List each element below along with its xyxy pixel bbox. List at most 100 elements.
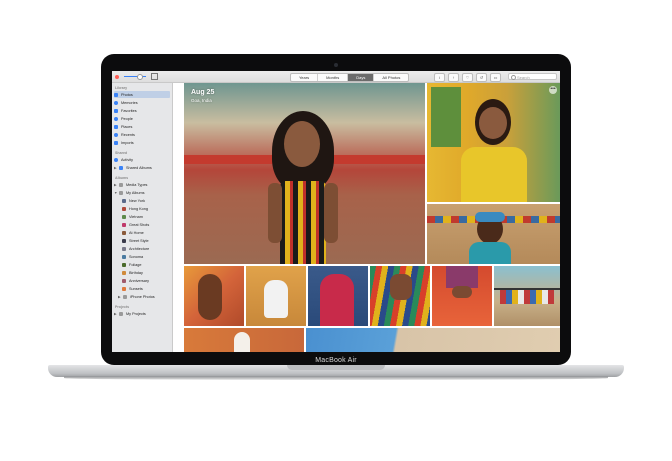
import-icon [114, 140, 118, 145]
rotate-button[interactable]: ↺ [476, 73, 487, 82]
sidebar: Library Photos Memories Favorites People… [112, 83, 173, 352]
sidebar-item-label: People [121, 116, 133, 121]
grid-photo-3[interactable] [308, 266, 368, 326]
person-icon [114, 116, 118, 121]
sidebar-item-imports[interactable]: Imports [114, 139, 170, 146]
date-heading: Aug 25 [191, 89, 215, 96]
album-street-style[interactable]: Street Style [122, 237, 170, 244]
info-button[interactable]: i [434, 73, 445, 82]
album-architecture[interactable]: Architecture [122, 245, 170, 252]
grid-photo-2[interactable] [246, 266, 306, 326]
album-hong-kong[interactable]: Hong Kong [122, 205, 170, 212]
grid-photo-7[interactable] [184, 328, 304, 352]
chevron-right-icon[interactable]: ▶ [114, 166, 118, 170]
search-icon [511, 75, 516, 80]
sidebar-item-shared-albums[interactable]: ▶ Shared Albums [114, 164, 170, 171]
grid-photo-5[interactable] [432, 266, 492, 326]
chevron-right-icon[interactable]: ▶ [118, 295, 122, 299]
laptop-lid: Years Months Days All Photos i ↑ ♡ ↺ ▭ S… [101, 54, 571, 365]
slideshow-button[interactable]: ▭ [490, 73, 501, 82]
tab-days[interactable]: Days [348, 74, 375, 81]
album-sonoma[interactable]: Sonoma [122, 253, 170, 260]
sidebar-item-label: Media Types [126, 182, 148, 187]
sidebar-item-people[interactable]: People [114, 115, 170, 122]
sidebar-item-recents[interactable]: Recents [114, 131, 170, 138]
tab-months[interactable]: Months [318, 74, 349, 81]
sidebar-item-label: Street Style [129, 238, 149, 243]
album-anniversary[interactable]: Anniversary [122, 277, 170, 284]
zoom-slider-knob[interactable] [137, 74, 143, 80]
grid-photo-4[interactable] [370, 266, 430, 326]
album-iphone-photos[interactable]: ▶ iPhone Photos [118, 293, 170, 300]
sidebar-item-my-projects[interactable]: ▶ My Projects [114, 310, 170, 317]
cloud-icon [114, 157, 118, 162]
search-input[interactable]: Search [508, 73, 557, 80]
album-at-home[interactable]: At Home [122, 229, 170, 236]
sidebar-item-label: Great Shots [129, 222, 150, 227]
sidebar-item-label: iPhone Photos [130, 294, 155, 299]
sidebar-item-label: Vietnam [129, 214, 143, 219]
sidebar-item-label: Anniversary [129, 278, 150, 283]
albums-header: Albums [115, 176, 129, 180]
folder-icon [119, 182, 123, 187]
chevron-right-icon[interactable]: ▶ [114, 312, 118, 316]
sidebar-item-label: Recents [121, 132, 135, 137]
album-new-york[interactable]: New York [122, 197, 170, 204]
grid-photo-1[interactable] [184, 266, 244, 326]
sidebar-item-label: My Projects [126, 311, 146, 316]
chevron-right-icon[interactable]: ▶ [114, 183, 118, 187]
chevron-down-icon[interactable]: ▼ [114, 191, 118, 195]
photos-app-window: Years Months Days All Photos i ↑ ♡ ↺ ▭ S… [112, 71, 560, 352]
tab-years[interactable]: Years [291, 74, 319, 81]
album-thumbnail [122, 198, 126, 203]
album-birthday[interactable]: Birthday [122, 269, 170, 276]
close-window-icon[interactable] [115, 75, 119, 79]
album-thumbnail [122, 262, 126, 267]
sidebar-item-label: Places [121, 124, 133, 129]
grid-photo-8[interactable] [306, 328, 560, 352]
share-button[interactable]: ↑ [448, 73, 459, 82]
sidebar-item-label: Architecture [129, 246, 150, 251]
album-great-shots[interactable]: Great Shots [122, 221, 170, 228]
album-thumbnail [122, 286, 126, 291]
grid-photo-6[interactable] [494, 266, 560, 326]
headscarf-photo[interactable] [427, 204, 560, 264]
sidebar-item-favorites[interactable]: Favorites [114, 107, 170, 114]
sidebar-item-photos[interactable]: Photos [114, 91, 170, 98]
folder-icon [119, 311, 123, 316]
camera-icon [334, 63, 338, 67]
sidebar-item-label: Shared Albums [126, 165, 152, 170]
library-header: Library [115, 86, 128, 90]
album-thumbnail [122, 246, 126, 251]
sidebar-item-label: Sonoma [129, 254, 144, 259]
projects-header: Projects [115, 305, 130, 309]
zoom-max-icon [151, 73, 158, 80]
toolbar: Years Months Days All Photos i ↑ ♡ ↺ ▭ S… [112, 71, 560, 83]
album-vietnam[interactable]: Vietnam [122, 213, 170, 220]
tab-all-photos[interactable]: All Photos [374, 74, 408, 81]
album-thumbnail [122, 214, 126, 219]
favorite-button[interactable]: ♡ [462, 73, 473, 82]
more-options-icon[interactable]: ••• [549, 86, 557, 94]
shared-album-icon [119, 165, 123, 170]
hero-photo[interactable]: Aug 25 Goa, India [184, 83, 425, 264]
search-placeholder: Search [517, 75, 530, 80]
sidebar-item-label: Imports [121, 140, 134, 145]
album-foliage[interactable]: Foliage [122, 261, 170, 268]
sidebar-item-memories[interactable]: Memories [114, 99, 170, 106]
sidebar-item-label: Photos [121, 92, 133, 97]
sidebar-item-places[interactable]: Places [114, 123, 170, 130]
heart-icon [114, 108, 118, 113]
sidebar-item-label: Activity [121, 157, 134, 162]
device-label: MacBook Air [315, 357, 357, 364]
sidebar-item-activity[interactable]: Activity [114, 156, 170, 163]
map-pin-icon [114, 124, 118, 129]
sidebar-item-my-albums[interactable]: ▼ My Albums [114, 189, 170, 196]
album-sunsets[interactable]: Sunsets [122, 285, 170, 292]
sidebar-item-media-types[interactable]: ▶ Media Types [114, 181, 170, 188]
portrait-photo[interactable]: ••• [427, 83, 560, 202]
album-thumbnail [122, 254, 126, 259]
album-thumbnail [122, 278, 126, 283]
folder-icon [119, 190, 123, 195]
album-thumbnail [122, 206, 126, 211]
